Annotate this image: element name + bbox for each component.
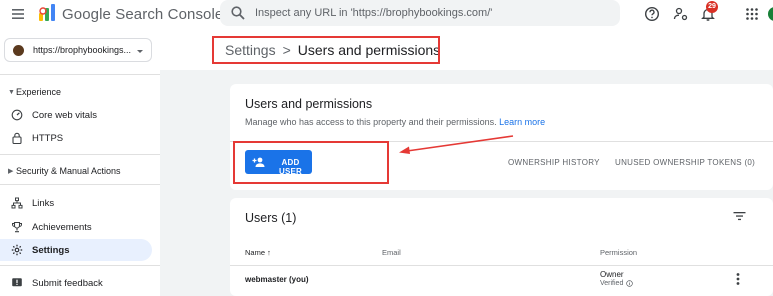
- column-header-permission: Permission: [600, 248, 638, 257]
- sidebar-divider: [0, 265, 160, 266]
- annotation-arrow: [399, 135, 514, 154]
- sidebar-item-submit-feedback[interactable]: Submit feedback: [0, 272, 152, 294]
- apps-grid-icon[interactable]: [744, 6, 760, 22]
- lock-icon: [12, 132, 22, 144]
- ownership-history-button[interactable]: OWNERSHIP HISTORY: [508, 158, 600, 167]
- property-selector[interactable]: https://brophybookings...: [4, 38, 152, 62]
- app-title[interactable]: Google Search Console: [62, 6, 223, 23]
- top-app-bar: Google Search Console Inspect any URL in…: [0, 0, 773, 31]
- sidebar-divider: [0, 154, 160, 155]
- user-name-cell: webmaster (you): [245, 275, 309, 284]
- menu-icon[interactable]: [10, 6, 26, 22]
- filter-icon[interactable]: [733, 210, 746, 222]
- users-card: [230, 198, 773, 296]
- annotation-highlight-box: [212, 36, 440, 64]
- chevron-down-icon: [137, 50, 143, 53]
- info-icon[interactable]: [626, 280, 634, 287]
- column-header-email: Email: [382, 248, 401, 257]
- sidebar-divider: [0, 184, 160, 185]
- user-permission-cell: Owner: [600, 270, 624, 279]
- verified-status: Verified: [600, 280, 634, 287]
- more-vert-icon[interactable]: [735, 272, 741, 286]
- sidebar-item-settings[interactable]: Settings: [0, 239, 152, 261]
- permissions-card-subtitle: Manage who has access to this property a…: [245, 117, 546, 127]
- learn-more-link[interactable]: Learn more: [499, 117, 545, 127]
- sidebar-section-experience[interactable]: ▼ Experience: [8, 87, 61, 97]
- sitemap-icon: [11, 197, 23, 209]
- manage-accounts-icon[interactable]: [673, 6, 689, 22]
- property-label: https://brophybookings...: [33, 45, 132, 55]
- column-header-name[interactable]: Name ↑: [245, 248, 271, 257]
- sidebar-item-https[interactable]: HTTPS: [0, 127, 152, 149]
- trophy-icon: [12, 221, 22, 233]
- help-icon[interactable]: [644, 6, 660, 22]
- feedback-icon: [12, 278, 22, 287]
- annotation-highlight-box: [233, 141, 389, 184]
- search-icon: [231, 6, 245, 20]
- collapsed-caret-icon: ▶: [8, 168, 14, 175]
- unused-ownership-tokens-button[interactable]: UNUSED OWNERSHIP TOKENS (0): [615, 158, 755, 167]
- search-console-logo[interactable]: [37, 3, 57, 23]
- search-placeholder: Inspect any URL in 'https://brophybookin…: [255, 7, 493, 19]
- sidebar-item-achievements[interactable]: Achievements: [0, 216, 152, 238]
- account-avatar[interactable]: [768, 7, 773, 21]
- sort-ascending-icon: ↑: [267, 248, 271, 257]
- users-card-title: Users (1): [245, 211, 297, 225]
- table-row-divider: [230, 265, 773, 266]
- speed-gauge-icon: [11, 109, 23, 121]
- url-inspection-search[interactable]: Inspect any URL in 'https://brophybookin…: [220, 0, 620, 26]
- notification-count-badge: 29: [706, 1, 718, 13]
- permissions-card-title: Users and permissions: [245, 97, 373, 111]
- sidebar-divider: [0, 74, 160, 75]
- expanded-caret-icon: ▼: [8, 88, 15, 96]
- settings-gear-icon: [11, 244, 23, 256]
- sidebar-item-core-web-vitals[interactable]: Core web vitals: [0, 104, 152, 126]
- sidebar-section-security[interactable]: ▶ Security & Manual Actions: [8, 166, 121, 176]
- property-favicon-icon: [13, 45, 24, 56]
- sidebar-item-links[interactable]: Links: [0, 192, 152, 214]
